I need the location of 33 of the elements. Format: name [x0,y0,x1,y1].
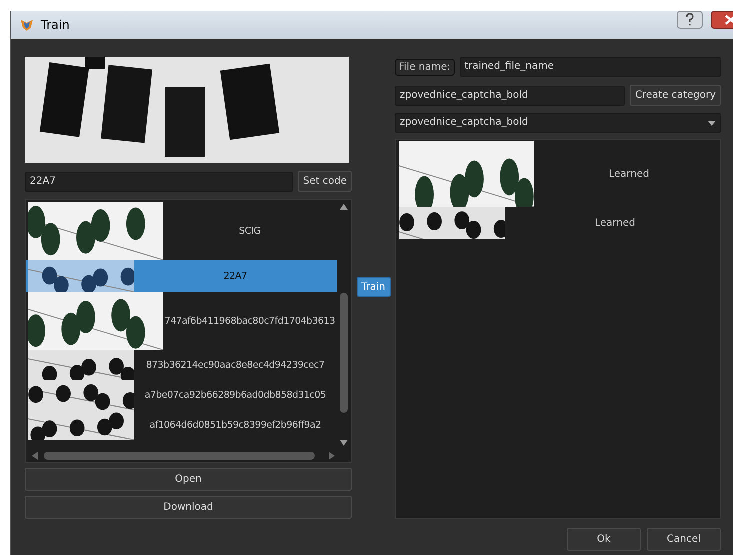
learned-status: Learned [595,218,636,228]
sample-item[interactable]: a7be07ca92b66289b6ad0db858d31c05 [26,380,337,410]
up-arrow-icon[interactable] [340,204,348,210]
dialog-button[interactable]: Cancel [647,528,721,551]
sample-item[interactable]: 873b36214ec90aac8e8ec4d94239cec7 [26,350,337,380]
dropdown-arrow-icon[interactable] [708,120,716,126]
scroll-thumb[interactable] [44,452,315,460]
down-arrow-icon[interactable] [340,440,348,446]
category-dropdown[interactable]: zpovednice_captcha_bold [395,113,721,133]
sample-item[interactable]: af1064d6d0851b59c8399ef2b96ff9a2 [26,410,337,440]
sample-code: 873b36214ec90aac8e8ec4d94239cec7 [145,360,326,370]
download-button[interactable]: Download [25,496,352,519]
train-button[interactable]: Train [356,277,390,297]
learned-status: Learned [609,168,650,180]
sample-code: 22A7 [222,270,248,282]
sample-code: 747af6b411968bac80c7fd1704b3613 [164,316,336,326]
scroll-thumb[interactable] [340,293,348,413]
category-field[interactable]: zpovednice_captcha_bold [395,86,626,106]
left-arrow-icon[interactable] [32,452,38,460]
set-code-button[interactable]: Set code [298,171,352,192]
code-field[interactable]: 22A7 [25,172,294,192]
create-category-button[interactable]: Create category [630,85,721,106]
file-name-field[interactable]: trained_file_name [460,57,721,77]
right-arrow-icon[interactable] [329,452,335,460]
help-icon[interactable] [677,11,703,29]
sample-code: af1064d6d0851b59c8399ef2b96ff9a2 [148,420,322,430]
app-icon [19,17,35,33]
sample-code: SCIG [238,226,262,236]
sample-code: a7be07ca92b66289b6ad0db858d31c05 [144,390,328,400]
open-button[interactable]: Open [25,468,352,491]
window-title: Train [41,18,70,32]
dialog-button[interactable]: Ok [567,528,641,551]
file-name-label: File name: [395,58,455,76]
